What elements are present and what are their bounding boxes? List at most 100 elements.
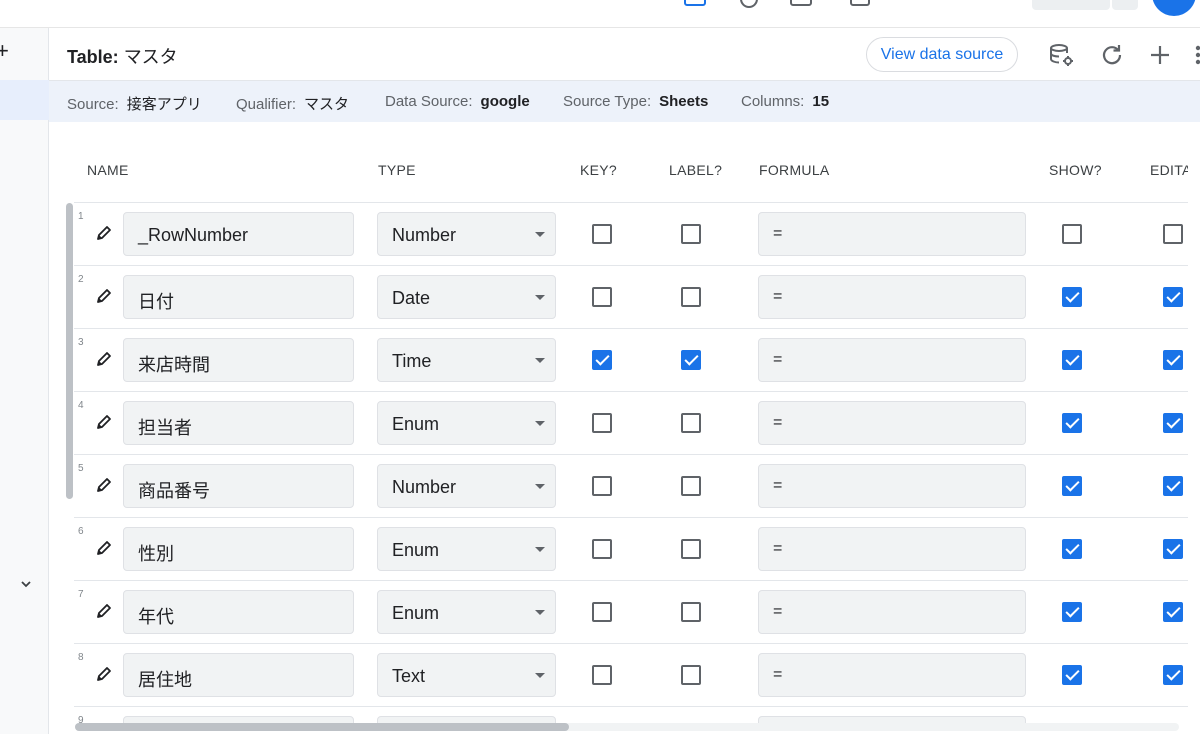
editable-checkbox[interactable] <box>1163 602 1183 622</box>
show-checkbox[interactable] <box>1062 413 1082 433</box>
table-row: 4 担当者 Enum = <box>74 392 1188 455</box>
column-type-select[interactable]: Number <box>377 212 556 256</box>
column-name-input[interactable]: 来店時間 <box>123 338 354 382</box>
chevron-down-icon[interactable] <box>20 578 36 594</box>
pencil-icon[interactable] <box>94 538 114 558</box>
add-icon[interactable]: + <box>0 40 9 62</box>
info-source-type: Source Type: Sheets <box>563 93 709 110</box>
label-checkbox[interactable] <box>681 539 701 559</box>
row-number: 3 <box>78 337 84 348</box>
pencil-icon[interactable] <box>94 349 114 369</box>
column-type-select[interactable]: Number <box>377 464 556 508</box>
key-checkbox[interactable] <box>592 602 612 622</box>
editable-checkbox[interactable] <box>1163 539 1183 559</box>
formula-input[interactable]: = <box>758 590 1026 634</box>
column-header-editable[interactable]: EDITA <box>1150 162 1188 178</box>
table-row: 2 日付 Date = <box>74 266 1188 329</box>
plus-icon[interactable] <box>1147 42 1173 68</box>
column-name-input[interactable]: 商品番号 <box>123 464 354 508</box>
pencil-icon[interactable] <box>94 601 114 621</box>
left-nav-selected-item[interactable] <box>0 80 49 120</box>
avatar[interactable] <box>1152 0 1196 16</box>
top-action-dropdown[interactable] <box>1112 0 1138 10</box>
show-checkbox[interactable] <box>1062 224 1082 244</box>
key-checkbox[interactable] <box>592 476 612 496</box>
document-icon[interactable] <box>790 0 812 6</box>
top-action-button[interactable] <box>1032 0 1110 10</box>
label-checkbox[interactable] <box>681 665 701 685</box>
table-row: 5 商品番号 Number = <box>74 455 1188 518</box>
column-name-input[interactable]: 性別 <box>123 527 354 571</box>
column-type-select[interactable]: Time <box>377 338 556 382</box>
show-checkbox[interactable] <box>1062 287 1082 307</box>
column-type-value: Date <box>392 288 431 308</box>
dropdown-arrow-icon <box>535 295 545 300</box>
show-checkbox[interactable] <box>1062 602 1082 622</box>
formula-input[interactable]: = <box>758 338 1026 382</box>
column-name-input[interactable]: 居住地 <box>123 653 354 697</box>
column-name-input[interactable]: _RowNumber <box>123 212 354 256</box>
key-checkbox[interactable] <box>592 287 612 307</box>
database-settings-icon[interactable] <box>1049 42 1075 68</box>
column-header-label[interactable]: LABEL? <box>669 162 722 178</box>
column-header-type[interactable]: TYPE <box>378 162 416 178</box>
pencil-icon[interactable] <box>94 286 114 306</box>
show-checkbox[interactable] <box>1062 665 1082 685</box>
vertical-scrollbar[interactable] <box>66 203 73 499</box>
column-header-show[interactable]: SHOW? <box>1049 162 1102 178</box>
view-data-source-button[interactable]: View data source <box>866 37 1018 72</box>
column-name-input[interactable]: 担当者 <box>123 401 354 445</box>
formula-input[interactable]: = <box>758 653 1026 697</box>
horizontal-scrollbar[interactable] <box>75 723 569 731</box>
editable-checkbox[interactable] <box>1163 350 1183 370</box>
pencil-icon[interactable] <box>94 475 114 495</box>
left-nav: + <box>0 28 49 734</box>
key-checkbox[interactable] <box>592 413 612 433</box>
formula-input[interactable]: = <box>758 527 1026 571</box>
formula-input[interactable]: = <box>758 464 1026 508</box>
menu-icon[interactable] <box>850 0 870 6</box>
editable-checkbox[interactable] <box>1163 287 1183 307</box>
formula-input[interactable]: = <box>758 212 1026 256</box>
column-type-select[interactable]: Enum <box>377 590 556 634</box>
column-header-key[interactable]: KEY? <box>580 162 617 178</box>
history-icon[interactable] <box>740 0 758 8</box>
label-checkbox[interactable] <box>681 476 701 496</box>
key-checkbox[interactable] <box>592 350 612 370</box>
editable-checkbox[interactable] <box>1163 476 1183 496</box>
column-header-formula[interactable]: FORMULA <box>759 162 830 178</box>
key-checkbox[interactable] <box>592 224 612 244</box>
column-header-name[interactable]: NAME <box>87 162 129 178</box>
column-name-input[interactable]: 年代 <box>123 590 354 634</box>
show-checkbox[interactable] <box>1062 350 1082 370</box>
more-vert-icon[interactable] <box>1187 42 1200 68</box>
column-type-select[interactable]: Date <box>377 275 556 319</box>
dropdown-arrow-icon <box>535 673 545 678</box>
key-checkbox[interactable] <box>592 665 612 685</box>
pencil-icon[interactable] <box>94 223 114 243</box>
label-checkbox[interactable] <box>681 602 701 622</box>
label-checkbox[interactable] <box>681 350 701 370</box>
show-checkbox[interactable] <box>1062 539 1082 559</box>
dropdown-arrow-icon <box>535 232 545 237</box>
editable-checkbox[interactable] <box>1163 665 1183 685</box>
show-checkbox[interactable] <box>1062 476 1082 496</box>
refresh-icon[interactable] <box>1099 42 1125 68</box>
editable-checkbox[interactable] <box>1163 413 1183 433</box>
pencil-icon[interactable] <box>94 412 114 432</box>
label-checkbox[interactable] <box>681 287 701 307</box>
key-checkbox[interactable] <box>592 539 612 559</box>
column-type-select[interactable]: Text <box>377 653 556 697</box>
column-name-input[interactable]: 日付 <box>123 275 354 319</box>
table-row: 6 性別 Enum = <box>74 518 1188 581</box>
label-checkbox[interactable] <box>681 413 701 433</box>
label-checkbox[interactable] <box>681 224 701 244</box>
formula-input[interactable]: = <box>758 275 1026 319</box>
pencil-icon[interactable] <box>94 664 114 684</box>
row-number: 8 <box>78 652 84 663</box>
editable-checkbox[interactable] <box>1163 224 1183 244</box>
column-type-select[interactable]: Enum <box>377 527 556 571</box>
column-type-select[interactable]: Enum <box>377 401 556 445</box>
app-view-icon[interactable] <box>684 0 706 6</box>
formula-input[interactable]: = <box>758 401 1026 445</box>
